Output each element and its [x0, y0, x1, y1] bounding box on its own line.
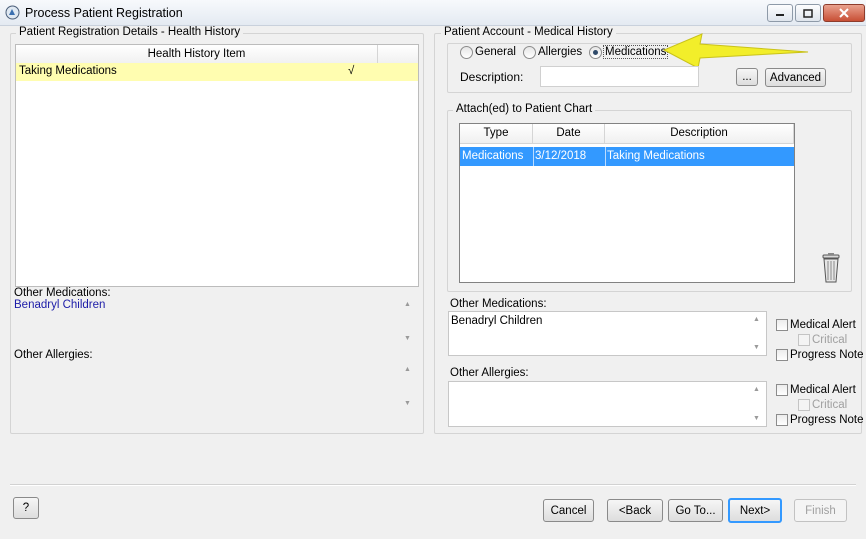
med-critical-checkbox[interactable]	[798, 334, 810, 346]
right-other-allergies-label: Other Allergies:	[450, 367, 529, 379]
maximize-button[interactable]	[795, 4, 821, 22]
row-date: 3/12/2018	[535, 150, 587, 162]
goto-button[interactable]: Go To...	[668, 499, 723, 522]
finish-button[interactable]: Finish	[794, 499, 847, 522]
radio-medications-label[interactable]: Medications	[603, 45, 669, 59]
health-history-table[interactable]: Health History Item Taking Medications √	[15, 44, 419, 287]
scroll-down-icon[interactable]: ▼	[404, 335, 411, 342]
table-row[interactable]: Taking Medications √	[16, 63, 418, 81]
radio-medications[interactable]	[589, 46, 602, 59]
scroll-up-icon[interactable]: ▲	[753, 316, 760, 323]
allergy-medical-alert-label[interactable]: Medical Alert	[790, 384, 856, 396]
scroll-down-icon[interactable]: ▼	[753, 415, 760, 422]
description-label: Description:	[460, 70, 524, 84]
med-progress-note-label[interactable]: Progress Note	[790, 349, 864, 361]
column-type[interactable]: Type	[460, 124, 533, 144]
scroll-up-icon[interactable]: ▲	[404, 366, 411, 373]
allergy-critical-label[interactable]: Critical	[812, 399, 847, 411]
med-medical-alert-label[interactable]: Medical Alert	[790, 319, 856, 331]
description-input[interactable]	[540, 66, 699, 87]
radio-general-label[interactable]: General	[475, 46, 516, 58]
right-other-medications-value: Benadryl Children	[451, 315, 543, 327]
ellipsis-button[interactable]: ...	[736, 68, 758, 86]
left-other-allergies-label: Other Allergies:	[14, 349, 93, 361]
left-other-medications-label: Other Medications:	[14, 287, 111, 299]
row-type: Medications	[462, 150, 524, 162]
column-date[interactable]: Date	[533, 124, 605, 144]
row-description: Taking Medications	[607, 150, 705, 162]
med-progress-note-checkbox[interactable]	[776, 349, 788, 361]
footer-separator	[10, 484, 856, 486]
minimize-icon	[776, 14, 784, 16]
scroll-down-icon[interactable]: ▼	[404, 400, 411, 407]
minimize-button[interactable]	[767, 4, 793, 22]
scroll-up-icon[interactable]: ▲	[404, 301, 411, 308]
advanced-button[interactable]: Advanced	[765, 68, 826, 87]
medical-history-group-title: Patient Account - Medical History	[441, 26, 616, 38]
left-allergies-scrollbar[interactable]: ▲ ▼	[399, 362, 415, 415]
title-bar: Process Patient Registration	[0, 0, 866, 26]
scroll-down-icon[interactable]: ▼	[753, 344, 760, 351]
med-critical-label[interactable]: Critical	[812, 334, 847, 346]
left-medications-scrollbar[interactable]: ▲ ▼	[399, 297, 415, 350]
health-history-column-header[interactable]: Health History Item	[16, 45, 378, 65]
patient-chart-table[interactable]: Type Date Description Medications 3/12/2…	[459, 123, 795, 283]
help-button[interactable]: ?	[13, 497, 39, 519]
right-other-medications-textarea[interactable]: Benadryl Children ▲ ▼	[448, 311, 767, 356]
close-button[interactable]	[823, 4, 865, 22]
health-history-group-title: Patient Registration Details - Health Hi…	[16, 26, 244, 38]
window-title: Process Patient Registration	[25, 6, 183, 20]
next-button[interactable]: Next>	[728, 498, 782, 523]
right-other-allergies-textarea[interactable]: ▲ ▼	[448, 381, 767, 427]
back-button[interactable]: <Back	[607, 499, 663, 522]
trash-icon[interactable]	[820, 252, 842, 284]
left-other-medications-value: Benadryl Children	[14, 299, 106, 311]
column-description[interactable]: Description	[605, 124, 794, 144]
allergy-critical-checkbox[interactable]	[798, 399, 810, 411]
allergy-medical-alert-checkbox[interactable]	[776, 384, 788, 396]
radio-general[interactable]	[460, 46, 473, 59]
right-other-medications-label: Other Medications:	[450, 298, 547, 310]
maximize-icon	[803, 8, 813, 18]
table-row[interactable]: Medications 3/12/2018 Taking Medications	[460, 147, 794, 166]
cancel-button[interactable]: Cancel	[543, 499, 594, 522]
app-icon	[5, 5, 20, 20]
allergy-progress-note-checkbox[interactable]	[776, 414, 788, 426]
close-icon	[839, 8, 849, 18]
table-row-item: Taking Medications	[19, 65, 117, 77]
med-medical-alert-checkbox[interactable]	[776, 319, 788, 331]
radio-allergies-label[interactable]: Allergies	[538, 46, 582, 58]
patient-chart-group-title: Attach(ed) to Patient Chart	[453, 103, 596, 115]
radio-allergies[interactable]	[523, 46, 536, 59]
scroll-up-icon[interactable]: ▲	[753, 386, 760, 393]
allergy-progress-note-label[interactable]: Progress Note	[790, 414, 864, 426]
header-filler	[378, 45, 418, 65]
check-mark: √	[348, 65, 355, 77]
